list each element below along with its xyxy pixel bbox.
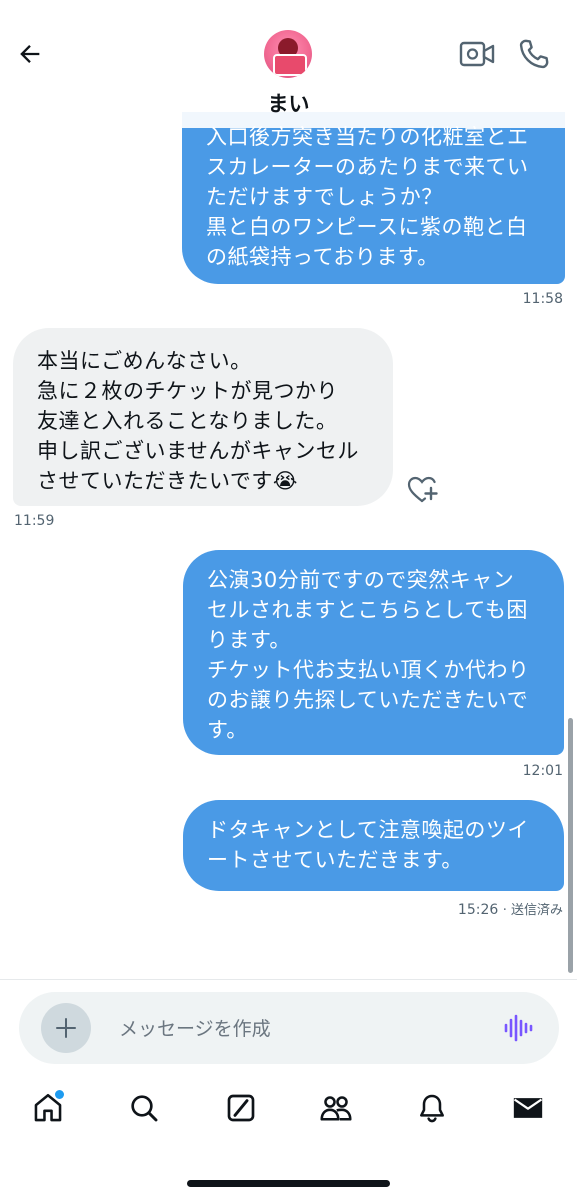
- sent-message-bubble[interactable]: 公演30分前ですので突然キャン セルされますとこちらとしても困 ります。 チケッ…: [183, 550, 564, 755]
- message-timestamp: 11:59: [14, 513, 55, 529]
- message-timestamp: 12:01: [522, 763, 563, 779]
- back-button[interactable]: [12, 36, 48, 72]
- bell-icon: [420, 1094, 444, 1123]
- tab-search[interactable]: [124, 1088, 164, 1128]
- home-unread-dot: [55, 1090, 64, 1099]
- home-indicator: [187, 1180, 390, 1187]
- message-timestamp-status: 15:26 · 送信済み: [458, 899, 563, 918]
- tab-messages[interactable]: [508, 1088, 548, 1128]
- video-call-button[interactable]: [457, 38, 497, 70]
- message-timestamp: 11:58: [522, 291, 563, 307]
- heart-plus-icon: [407, 476, 438, 503]
- conversation-header: まい: [0, 0, 577, 128]
- divider: [0, 979, 577, 980]
- bottom-tab-bar: [0, 1088, 577, 1138]
- message-composer: [19, 992, 559, 1064]
- tab-communities[interactable]: [316, 1088, 356, 1128]
- react-heart-button[interactable]: [406, 474, 440, 504]
- phone-call-button[interactable]: [516, 36, 552, 72]
- tab-grok[interactable]: [221, 1088, 261, 1128]
- grok-icon: [227, 1094, 255, 1122]
- phone-icon: [519, 39, 549, 69]
- contact-name[interactable]: まい: [0, 88, 577, 118]
- tab-notifications[interactable]: [412, 1088, 452, 1128]
- plus-icon: [56, 1018, 76, 1038]
- arrow-left-icon: [20, 45, 40, 63]
- add-media-button[interactable]: [41, 1003, 91, 1053]
- contact-avatar[interactable]: [264, 30, 312, 78]
- communities-icon: [320, 1096, 352, 1121]
- voice-wave-icon: [504, 1014, 533, 1042]
- voice-message-button[interactable]: [502, 1012, 534, 1044]
- sent-message-bubble[interactable]: ドタキャンとして注意喚起のツイ ートさせていただきます。: [183, 800, 564, 891]
- scrollbar[interactable]: [568, 718, 573, 973]
- message-timestamp: 15:26: [457, 902, 499, 918]
- sent-message-bubble[interactable]: 入口後方突き当たりの化粧室とエ スカレーターのあたりまで来てい ただけますでしょ…: [182, 112, 565, 284]
- mail-icon: [513, 1098, 543, 1118]
- video-camera-icon: [459, 41, 495, 67]
- search-icon: [131, 1095, 158, 1122]
- sent-status: · 送信済み: [502, 903, 563, 918]
- message-input[interactable]: [117, 1010, 481, 1048]
- received-message-bubble[interactable]: 本当にごめんなさい。 急に２枚のチケットが見つかり 友達と入れることなりました。…: [13, 328, 393, 506]
